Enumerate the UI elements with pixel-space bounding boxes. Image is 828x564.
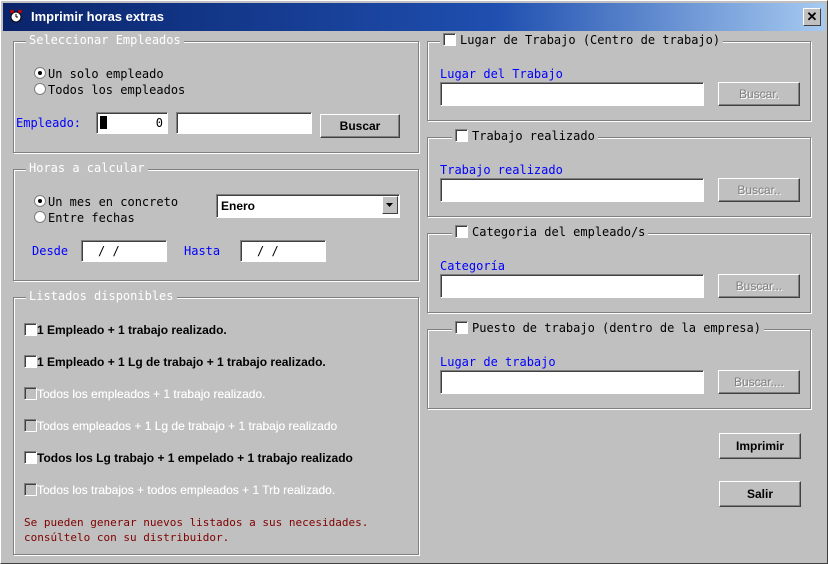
option-label: Todos los Lg trabajo + 1 empelado + 1 tr… — [37, 451, 353, 465]
buscar-trabajo-button: Buscar.. — [718, 178, 800, 202]
radio-todos-empleados[interactable]: Todos los empleados — [34, 83, 185, 97]
empleado-label: Empleado: — [16, 116, 82, 130]
desde-label: Desde — [32, 244, 69, 258]
button-label: Buscar.... — [733, 375, 785, 389]
checkbox — [455, 225, 468, 238]
buscar-lugar-button: Buscar. — [718, 82, 800, 106]
group-puesto-trabajo: Puesto de trabajo (dentro de la empresa)… — [427, 321, 811, 409]
radio-indicator — [34, 67, 46, 79]
salir-button[interactable]: Salir — [719, 481, 801, 507]
checkbox — [443, 33, 456, 46]
buscar-categoria-button: Buscar... — [718, 274, 800, 298]
close-icon: ✕ — [806, 9, 818, 24]
empleado-code-value: 0 — [155, 116, 163, 130]
radio-label: Un mes en concreto — [48, 195, 179, 209]
listado-option[interactable]: 1 Empleado + 1 trabajo realizado. — [24, 323, 227, 337]
listado-option-disabled: Todos los trabajos + todos empleados + 1… — [24, 483, 335, 497]
legend-label: Lugar de Trabajo (Centro de trabajo) — [460, 33, 721, 47]
buscar-empleado-button[interactable]: Buscar — [320, 114, 400, 138]
listado-option[interactable]: Todos los Lg trabajo + 1 empelado + 1 tr… — [24, 451, 353, 465]
title-bar[interactable]: Imprimir horas extras ✕ — [3, 3, 825, 31]
group-lugar-trabajo: Lugar de Trabajo (Centro de trabajo) Lug… — [427, 33, 811, 121]
trabajo-input[interactable] — [440, 178, 704, 202]
option-label: 1 Empleado + 1 Lg de trabajo + 1 trabajo… — [37, 355, 326, 369]
group-trabajo-realizado: Trabajo realizado Trabajo realizado Busc… — [427, 129, 811, 217]
checkbox — [455, 129, 468, 142]
lugar-label: Lugar del Trabajo — [440, 67, 563, 81]
checkbox — [24, 419, 37, 432]
hasta-date-input[interactable]: / / — [240, 240, 326, 262]
listado-option-disabled: Todos empleados + 1 Lg de trabajo + 1 tr… — [24, 419, 337, 433]
legend-categoria[interactable]: Categoria del empleado/s — [452, 225, 649, 239]
listado-option[interactable]: 1 Empleado + 1 Lg de trabajo + 1 trabajo… — [24, 355, 326, 369]
radio-un-mes[interactable]: Un mes en concreto — [34, 195, 178, 209]
puesto-input[interactable] — [440, 370, 704, 394]
categoria-input[interactable] — [440, 274, 704, 298]
radio-un-solo-empleado[interactable]: Un solo empleado — [34, 67, 164, 81]
checkbox — [24, 355, 37, 368]
legend-label: Categoria del empleado/s — [472, 225, 646, 239]
text-cursor — [100, 116, 107, 129]
imprimir-button[interactable]: Imprimir — [719, 433, 801, 459]
legend-puesto-trabajo[interactable]: Puesto de trabajo (dentro de la empresa) — [452, 321, 764, 335]
button-label: Buscar. — [738, 87, 780, 101]
checkbox — [24, 323, 37, 336]
buscar-puesto-button: Buscar.... — [718, 370, 800, 394]
legend-lugar-trabajo[interactable]: Lugar de Trabajo (Centro de trabajo) — [440, 33, 724, 47]
hasta-label: Hasta — [184, 244, 221, 258]
clock-icon — [10, 9, 22, 23]
hasta-value: / / — [257, 244, 279, 258]
checkbox — [24, 387, 37, 400]
radio-label: Un solo empleado — [48, 67, 164, 81]
dialog-window: Imprimir horas extras ✕ Seleccionar Empl… — [0, 0, 828, 564]
categoria-label: Categoría — [440, 259, 506, 273]
checkbox — [455, 321, 468, 334]
group-seleccionar-empleados: Seleccionar Empleados Un solo empleado T… — [13, 33, 419, 153]
radio-indicator — [34, 195, 46, 207]
desde-value: / / — [98, 244, 120, 258]
puesto-label: Lugar de trabajo — [440, 355, 556, 369]
legend-horas-calcular: Horas a calcular — [26, 161, 148, 175]
mes-select[interactable]: Enero — [216, 194, 400, 218]
radio-label: Todos los empleados — [48, 83, 186, 97]
group-categoria: Categoria del empleado/s Categoría Busca… — [427, 225, 811, 313]
button-label: Buscar... — [735, 279, 783, 293]
radio-label: Entre fechas — [48, 211, 135, 225]
chevron-down-icon — [386, 203, 393, 207]
legend-label: Trabajo realizado — [472, 129, 595, 143]
option-label: Todos los empleados + 1 trabajo realizad… — [37, 387, 266, 401]
trabajo-label: Trabajo realizado — [440, 163, 563, 177]
checkbox — [24, 483, 37, 496]
note-line-1: Se pueden generar nuevos listados a sus … — [24, 516, 369, 529]
radio-indicator — [34, 211, 46, 223]
group-listados-disponibles: Listados disponibles 1 Empleado + 1 trab… — [13, 289, 419, 555]
legend-seleccionar-empleados: Seleccionar Empleados — [26, 33, 184, 47]
empleado-name-input[interactable] — [176, 112, 312, 134]
group-horas-calcular: Horas a calcular Un mes en concreto Entr… — [13, 161, 419, 281]
option-label: Todos los trabajos + todos empleados + 1… — [37, 483, 336, 497]
window-title: Imprimir horas extras — [31, 9, 164, 24]
option-label: Todos empleados + 1 Lg de trabajo + 1 tr… — [37, 419, 338, 433]
radio-entre-fechas[interactable]: Entre fechas — [34, 211, 135, 225]
close-button[interactable]: ✕ — [803, 8, 821, 26]
button-label: Buscar.. — [737, 183, 781, 197]
dropdown-arrow-button[interactable] — [382, 196, 398, 214]
legend-trabajo-realizado[interactable]: Trabajo realizado — [452, 129, 598, 143]
listado-option-disabled: Todos los empleados + 1 trabajo realizad… — [24, 387, 265, 401]
legend-listados: Listados disponibles — [26, 289, 177, 303]
option-label: 1 Empleado + 1 trabajo realizado. — [37, 323, 227, 337]
lugar-input[interactable] — [440, 82, 704, 106]
note-line-2: consúltelo con su distribuidor. — [24, 531, 230, 544]
mes-select-value: Enero — [221, 199, 256, 213]
checkbox — [24, 451, 37, 464]
desde-date-input[interactable]: / / — [81, 240, 167, 262]
empleado-code-input[interactable]: 0 — [96, 112, 168, 134]
legend-label: Puesto de trabajo (dentro de la empresa) — [472, 321, 761, 335]
radio-indicator — [34, 83, 46, 95]
